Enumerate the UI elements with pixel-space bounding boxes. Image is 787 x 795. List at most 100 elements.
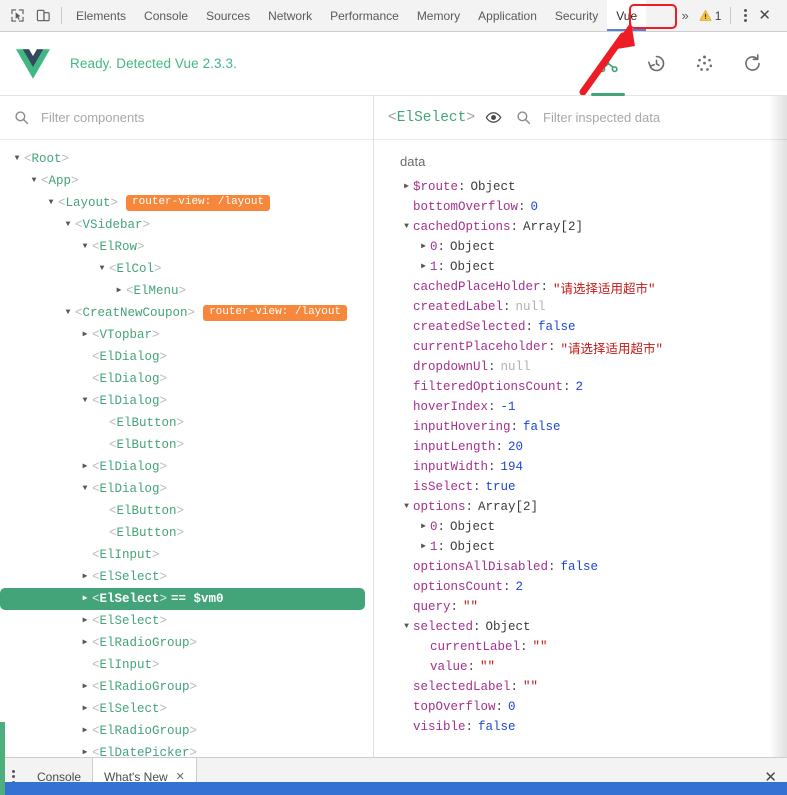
refresh-button-icon[interactable] (739, 42, 765, 86)
tree-row[interactable]: ▶ <ElSelect> (0, 698, 373, 720)
tab-network[interactable]: Network (259, 0, 321, 31)
chevron-down-icon[interactable]: ▼ (95, 265, 109, 273)
data-row[interactable]: bottomOverflow:0 (374, 197, 787, 217)
chevron-down-icon[interactable]: ▼ (61, 309, 75, 317)
data-rows-list[interactable]: ▶ $route: Object bottomOverflow:0 ▼ cachedOpt… (374, 177, 787, 737)
chevron-down-icon[interactable]: ▼ (10, 155, 24, 163)
data-row[interactable]: isSelect: true (374, 477, 787, 497)
events-tab-icon[interactable] (691, 42, 717, 86)
data-row[interactable]: optionsCount:2 (374, 577, 787, 597)
devtools-close-icon[interactable]: ✕ (754, 8, 779, 23)
data-row[interactable]: ▼ options: Array[2] (374, 497, 787, 517)
chevron-right-icon[interactable]: ▶ (78, 573, 92, 581)
chevron-down-icon[interactable]: ▼ (400, 223, 413, 231)
data-row[interactable]: createdLabel: null (374, 297, 787, 317)
data-row[interactable]: currentPlaceholder: "请选择适用超市" (374, 337, 787, 357)
tree-row[interactable]: <ElButton> (0, 434, 373, 456)
data-row[interactable]: cachedPlaceHolder: "请选择适用超市" (374, 277, 787, 297)
chevron-right-icon[interactable]: ▶ (78, 705, 92, 713)
data-row[interactable]: inputWidth:194 (374, 457, 787, 477)
data-row[interactable]: filteredOptionsCount:2 (374, 377, 787, 397)
more-tabs-icon[interactable]: » (676, 8, 695, 23)
tree-row[interactable]: ▼ <App> (0, 170, 373, 192)
tab-sources[interactable]: Sources (197, 0, 259, 31)
tab-vue[interactable]: Vue (607, 0, 647, 31)
tree-row[interactable]: ▶ <ElRadioGroup> (0, 676, 373, 698)
chevron-right-icon[interactable]: ▶ (417, 243, 430, 251)
tree-row[interactable]: <ElDialog> (0, 346, 373, 368)
tree-row[interactable]: ▼ <Root> (0, 148, 373, 170)
tree-row[interactable]: ▶ <ElRadioGroup> (0, 720, 373, 742)
data-row[interactable]: query: "" (374, 597, 787, 617)
data-row[interactable]: ▼ selected: Object (374, 617, 787, 637)
data-row[interactable]: ▶ 0: Object (374, 237, 787, 257)
tree-row-selected[interactable]: ▶ <ElSelect> == $vm0 (0, 588, 365, 610)
tab-memory[interactable]: Memory (408, 0, 469, 31)
tab-security[interactable]: Security (546, 0, 607, 31)
tree-row[interactable]: ▶ <ElDialog> (0, 456, 373, 478)
chevron-right-icon[interactable]: ▶ (78, 683, 92, 691)
tree-row[interactable]: ▼ <Layout> router-view: /layout (0, 192, 373, 214)
tree-row[interactable]: ▼ <ElDialog> (0, 478, 373, 500)
components-tab-icon[interactable] (591, 42, 625, 96)
tab-application[interactable]: Application (469, 0, 546, 31)
data-row[interactable]: value: "" (374, 657, 787, 677)
tree-row[interactable]: ▶ <VTopbar> (0, 324, 373, 346)
chevron-right-icon[interactable]: ▶ (78, 463, 92, 471)
data-row[interactable]: inputLength:20 (374, 437, 787, 457)
tree-row[interactable]: ▶ <ElSelect> (0, 610, 373, 632)
tree-row[interactable]: ▼ <CreatNewCoupon> router-view: /layout (0, 302, 373, 324)
tree-row[interactable]: <ElDialog> (0, 368, 373, 390)
data-row[interactable]: dropdownUl: null (374, 357, 787, 377)
chevron-right-icon[interactable]: ▶ (78, 331, 92, 339)
filter-components-input[interactable] (39, 109, 359, 126)
eye-icon[interactable] (485, 109, 502, 126)
tree-row[interactable]: ▶ <ElRadioGroup> (0, 632, 373, 654)
component-tree[interactable]: ▼ <Root> ▼ <App> ▼ <Layout> router-view: /layo… (0, 140, 373, 757)
tree-row[interactable]: ▶ <ElDatePicker> (0, 742, 373, 757)
data-row[interactable]: ▶ 1: Object (374, 537, 787, 557)
filter-inspected-data-input[interactable] (541, 109, 773, 126)
chevron-down-icon[interactable]: ▼ (61, 221, 75, 229)
data-row[interactable]: selectedLabel: "" (374, 677, 787, 697)
data-row[interactable]: inputHovering: false (374, 417, 787, 437)
data-row[interactable]: ▶ 0: Object (374, 517, 787, 537)
chevron-right-icon[interactable]: ▶ (78, 595, 92, 603)
data-row[interactable]: ▼ cachedOptions: Array[2] (374, 217, 787, 237)
chevron-right-icon[interactable]: ▶ (78, 639, 92, 647)
chevron-down-icon[interactable]: ▼ (78, 243, 92, 251)
chevron-right-icon[interactable]: ▶ (78, 617, 92, 625)
chevron-right-icon[interactable]: ▶ (78, 727, 92, 735)
tree-row[interactable]: ▼ <ElDialog> (0, 390, 373, 412)
data-row[interactable]: ▶ $route: Object (374, 177, 787, 197)
tab-elements[interactable]: Elements (67, 0, 135, 31)
data-row[interactable]: ▶ 1: Object (374, 257, 787, 277)
tab-console[interactable]: Console (135, 0, 197, 31)
chevron-down-icon[interactable]: ▼ (44, 199, 58, 207)
tree-row[interactable]: <ElInput> (0, 654, 373, 676)
tree-row[interactable]: ▶ <ElSelect> (0, 566, 373, 588)
tree-row[interactable]: ▼ <ElCol> (0, 258, 373, 280)
tree-row[interactable]: <ElButton> (0, 522, 373, 544)
tree-row[interactable]: <ElButton> (0, 412, 373, 434)
chevron-right-icon[interactable]: ▶ (400, 183, 413, 191)
chevron-right-icon[interactable]: ▶ (417, 523, 430, 531)
chevron-down-icon[interactable]: ▼ (400, 623, 413, 631)
tree-row[interactable]: ▶ <ElMenu> (0, 280, 373, 302)
data-row[interactable]: hoverIndex: -1 (374, 397, 787, 417)
chevron-right-icon[interactable]: ▶ (112, 287, 126, 295)
chevron-right-icon[interactable]: ▶ (78, 749, 92, 757)
tree-row[interactable]: ▼ <ElRow> (0, 236, 373, 258)
tree-row[interactable]: <ElInput> (0, 544, 373, 566)
data-row[interactable]: topOverflow:0 (374, 697, 787, 717)
data-row[interactable]: visible: false (374, 717, 787, 737)
tree-row[interactable]: <ElButton> (0, 500, 373, 522)
tab-performance[interactable]: Performance (321, 0, 408, 31)
chevron-right-icon[interactable]: ▶ (417, 543, 430, 551)
device-toolbar-icon[interactable] (30, 3, 56, 29)
data-row[interactable]: createdSelected: false (374, 317, 787, 337)
chevron-down-icon[interactable]: ▼ (400, 503, 413, 511)
data-row[interactable]: currentLabel: "" (374, 637, 787, 657)
chevron-down-icon[interactable]: ▼ (78, 397, 92, 405)
data-row[interactable]: optionsAllDisabled: false (374, 557, 787, 577)
